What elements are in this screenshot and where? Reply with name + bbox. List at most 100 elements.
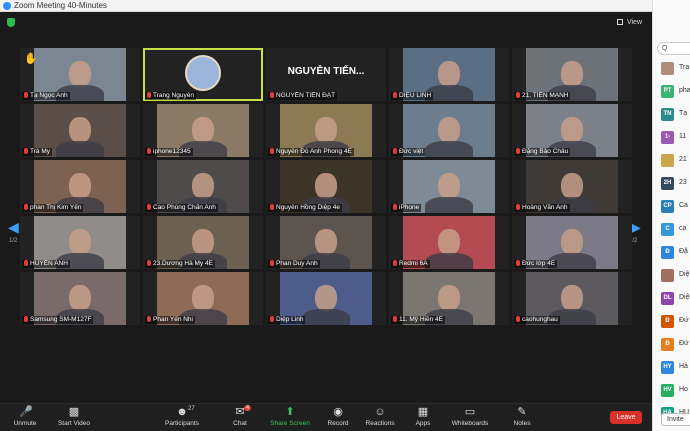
page-indicator-left: 1/2: [9, 238, 18, 244]
participant-list-item[interactable]: Diệ: [661, 269, 690, 283]
share-screen-button[interactable]: ⬆ Share Screen: [268, 406, 312, 427]
video-tile[interactable]: Diệp Linh: [266, 272, 386, 325]
video-tile[interactable]: iphone12345: [143, 104, 263, 157]
participant-list-item[interactable]: Đ Đứ: [661, 315, 690, 329]
start-video-button[interactable]: ▩ Start Video: [52, 406, 96, 427]
participant-list-item[interactable]: 21: [661, 154, 690, 168]
participant-list-item[interactable]: HY Hả: [661, 361, 690, 375]
record-button[interactable]: ◉ Record: [316, 406, 360, 427]
participant-list-name: Ho: [679, 386, 688, 393]
video-tile[interactable]: ✋ Tạ Ngọc Anh: [20, 48, 140, 101]
chat-button[interactable]: ✉ 4 Chat: [218, 405, 262, 427]
participant-face: [192, 229, 214, 255]
prev-page-arrow-icon[interactable]: ◀: [8, 220, 19, 234]
video-tile[interactable]: Phan Duy Anh: [266, 216, 386, 269]
participant-face: [438, 117, 460, 143]
participant-face: [438, 229, 460, 255]
participant-search-input[interactable]: Q: [657, 42, 690, 55]
participant-list-name: Diệ: [679, 294, 690, 301]
participant-list-item[interactable]: PT pha: [661, 85, 690, 99]
tile-name-label: Phan Yến Nhi: [145, 316, 195, 324]
participant-list-item[interactable]: 2H 23: [661, 177, 690, 191]
participant-face: [192, 117, 214, 143]
mic-muted-icon: [24, 260, 28, 266]
participant-list-item[interactable]: DL Diệ: [661, 292, 690, 306]
whiteboards-button[interactable]: ▭ Whiteboards: [448, 406, 492, 427]
participant-name: phan Thị Kim Yến: [30, 204, 82, 211]
participant-list-item[interactable]: Đ Đặ: [661, 246, 690, 260]
start-video-label: Start Video: [57, 420, 91, 427]
participant-list-item[interactable]: CP Ca: [661, 200, 690, 214]
view-label: View: [626, 19, 642, 26]
participant-name: Samsung SM-M127F: [30, 316, 92, 323]
video-tile[interactable]: 21. TIẾN MẠNH: [512, 48, 632, 101]
participant-face: [561, 285, 583, 311]
participant-name: caohunghau: [522, 316, 558, 323]
view-button[interactable]: View: [613, 16, 646, 29]
video-tile[interactable]: Trang Nguyễn: [143, 48, 263, 101]
video-tile[interactable]: Hoàng Văn Anh: [512, 160, 632, 213]
participant-name: Redmi 6A: [399, 260, 428, 267]
participant-list-item[interactable]: Tra: [661, 62, 690, 76]
reactions-button[interactable]: ☺ Reactions: [358, 406, 402, 427]
video-tile[interactable]: Redmi 6A: [389, 216, 509, 269]
tile-name-label: caohunghau: [514, 316, 560, 324]
tile-name-label: iPhone: [391, 204, 422, 212]
mic-muted-icon: [147, 148, 151, 154]
video-tile[interactable]: Samsung SM-M127F: [20, 272, 140, 325]
video-tile[interactable]: Đức việt: [389, 104, 509, 157]
participant-face: [561, 173, 583, 199]
tile-display-name: NGUYỄN TIẾN...: [287, 66, 365, 77]
participant-list-item[interactable]: 1- 11: [661, 131, 690, 145]
participant-avatar: TN: [661, 108, 674, 121]
mic-muted-icon: [270, 316, 274, 322]
video-tile[interactable]: phan Thị Kim Yến: [20, 160, 140, 213]
mic-muted-icon: [270, 260, 274, 266]
leave-button[interactable]: Leave: [610, 411, 642, 424]
participant-list-name: 11: [679, 133, 687, 140]
video-tile[interactable]: iPhone: [389, 160, 509, 213]
participant-face: [561, 229, 583, 255]
participant-name: Cao Phùng Chấn Anh: [153, 204, 216, 211]
video-tile[interactable]: Phan Yến Nhi: [143, 272, 263, 325]
participant-list-item[interactable]: Đ Đứ: [661, 338, 690, 352]
tile-name-label: DIỆU LINH: [391, 92, 434, 100]
video-tile[interactable]: Trà My: [20, 104, 140, 157]
video-grid: ✋ Tạ Ngọc Anh Trang Nguyễn NGUYỄN TIẾN... NG…: [20, 48, 632, 384]
participant-avatar: PT: [661, 85, 674, 98]
notes-button[interactable]: ✎ Notes: [500, 406, 544, 427]
video-tile[interactable]: caohunghau: [512, 272, 632, 325]
participant-face: [69, 61, 91, 87]
mic-muted-icon: [393, 92, 397, 98]
window-titlebar: Zoom Meeting 40-Minutes: [0, 0, 652, 12]
video-tile[interactable]: Nguyễn Đỗ Anh Phong 4E: [266, 104, 386, 157]
participant-list-name: Tra: [679, 64, 690, 71]
participant-name: 11. Mỹ Hiền 4E: [399, 316, 443, 323]
apps-button[interactable]: ▦ Apps: [401, 406, 445, 427]
tile-name-label: 23.Dương Hà My 4E: [145, 260, 215, 268]
video-off-icon: ▩: [68, 406, 80, 418]
grid-view-icon: [617, 19, 623, 25]
video-tile[interactable]: 23.Dương Hà My 4E: [143, 216, 263, 269]
video-tile[interactable]: Đức lớp 4E: [512, 216, 632, 269]
video-tile[interactable]: NGUYỄN TIẾN... NGUYỄN TIẾN ĐẠT: [266, 48, 386, 101]
participant-name: DIỆU LINH: [399, 92, 432, 99]
participant-list-item[interactable]: HV Ho: [661, 384, 690, 398]
participant-face: [315, 229, 337, 255]
mic-muted-icon: [516, 92, 520, 98]
video-tile[interactable]: Đặng Bảo Châu: [512, 104, 632, 157]
mic-muted-icon: [393, 204, 397, 210]
video-tile[interactable]: HUYỀN ANH: [20, 216, 140, 269]
participants-button[interactable]: ☻ 27 Participants: [160, 406, 204, 427]
video-tile[interactable]: 11. Mỹ Hiền 4E: [389, 272, 509, 325]
participant-list-item[interactable]: Cca: [661, 223, 690, 237]
participant-list-item[interactable]: TN Tạ: [661, 108, 690, 122]
mic-muted-icon: [516, 204, 520, 210]
video-tile[interactable]: Cao Phùng Chấn Anh: [143, 160, 263, 213]
security-shield-icon[interactable]: [7, 18, 15, 27]
invite-button[interactable]: Invite: [661, 413, 690, 426]
video-tile[interactable]: DIỆU LINH: [389, 48, 509, 101]
share-screen-icon: ⬆: [285, 406, 295, 418]
unmute-button[interactable]: 🎤 Unmute: [3, 406, 47, 427]
video-tile[interactable]: Nguyễn Hồng Diệp 4e: [266, 160, 386, 213]
